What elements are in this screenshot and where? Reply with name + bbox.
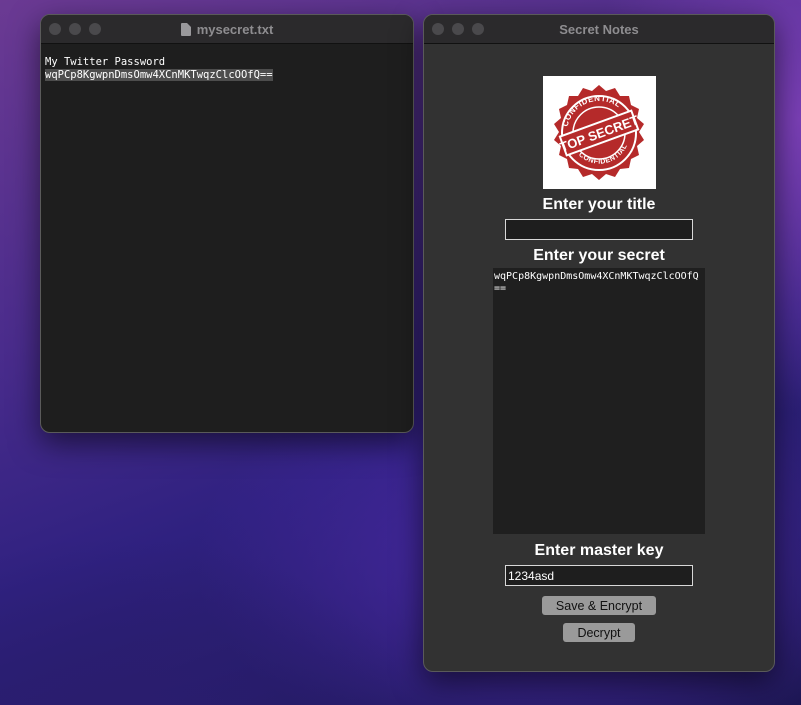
text-line[interactable]: My Twitter Password xyxy=(45,56,409,69)
window-controls xyxy=(432,23,484,35)
title-label: Enter your title xyxy=(542,196,656,213)
text-editor-window: mysecret.txt My Twitter Password wqPCp8K… xyxy=(40,14,414,433)
secret-notes-form: CONFIDENTIAL TOP SECRET CONFIDENTIAL Ent… xyxy=(424,44,774,642)
top-secret-stamp-icon: CONFIDENTIAL TOP SECRET CONFIDENTIAL xyxy=(554,84,644,180)
document-icon xyxy=(180,22,191,36)
secret-textarea[interactable]: wqPCp8KgwpnDmsOmw4XCnMKTwqzClcOOfQ== xyxy=(493,268,705,534)
titlebar[interactable]: mysecret.txt xyxy=(41,15,413,44)
close-button[interactable] xyxy=(432,23,444,35)
close-button[interactable] xyxy=(49,23,61,35)
master-key-label: Enter master key xyxy=(534,542,664,559)
window-title: Secret Notes xyxy=(559,22,638,37)
master-key-input[interactable] xyxy=(505,565,693,586)
titlebar[interactable]: Secret Notes xyxy=(424,15,774,44)
decrypt-button[interactable]: Decrypt xyxy=(563,623,635,642)
minimize-button[interactable] xyxy=(69,23,81,35)
selected-text-line[interactable]: wqPCp8KgwpnDmsOmw4XCnMKTwqzClcOOfQ== xyxy=(45,69,273,81)
window-title-text: mysecret.txt xyxy=(196,21,274,37)
zoom-button[interactable] xyxy=(472,23,484,35)
top-secret-logo: CONFIDENTIAL TOP SECRET CONFIDENTIAL xyxy=(542,76,656,189)
title-input[interactable] xyxy=(505,219,693,240)
secret-label: Enter your secret xyxy=(533,247,665,264)
secret-notes-window: Secret Notes CONFIDENTIAL TOP SECRET CON… xyxy=(423,14,775,672)
window-title: mysecret.txt xyxy=(180,21,274,37)
minimize-button[interactable] xyxy=(452,23,464,35)
window-controls xyxy=(49,23,101,35)
text-editor-area[interactable]: My Twitter Password wqPCp8KgwpnDmsOmw4XC… xyxy=(41,44,413,94)
window-title-text: Secret Notes xyxy=(559,21,639,37)
zoom-button[interactable] xyxy=(89,23,101,35)
save-encrypt-button[interactable]: Save & Encrypt xyxy=(541,596,657,615)
